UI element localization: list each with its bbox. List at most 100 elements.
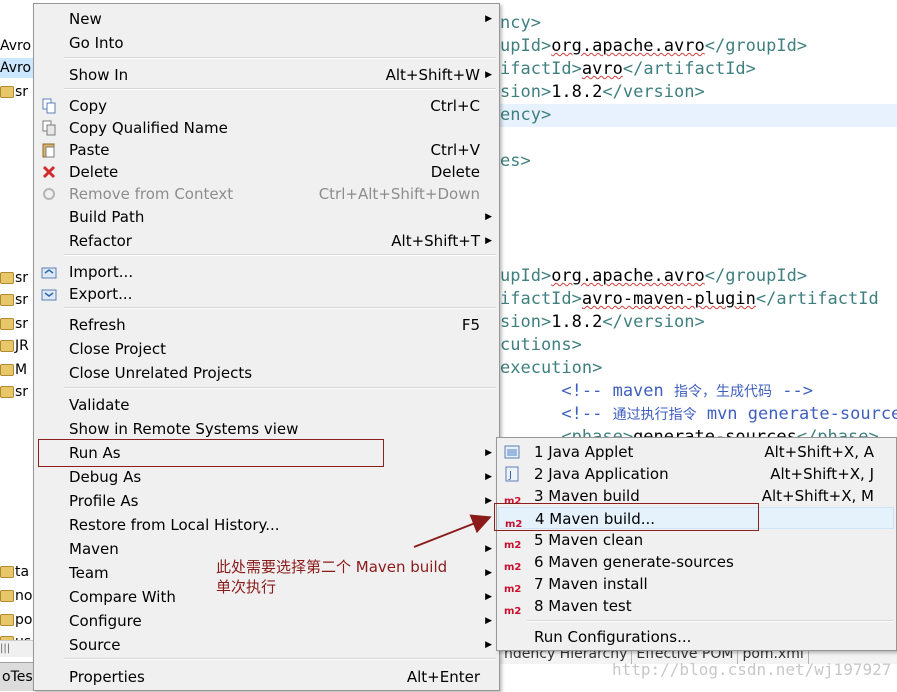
code-line: execution>	[500, 357, 602, 380]
menu-item-close-project[interactable]: Close Project	[35, 338, 498, 360]
run-as-item-8-maven-test[interactable]: m2 8 Maven test	[498, 595, 894, 617]
code-token: </groupId>	[704, 36, 808, 56]
explorer-tab-label: oTes	[2, 669, 33, 685]
menu-item-shortcut: Alt+Shift+W	[385, 66, 480, 84]
explorer-tree-item[interactable]: sr	[0, 382, 34, 402]
menu-item-label: Validate	[69, 396, 130, 414]
menu-item-label: Show in Remote Systems view	[69, 420, 299, 438]
folder-icon	[0, 386, 14, 398]
menu-item-show-in[interactable]: Show In Alt+Shift+W ▶	[35, 64, 498, 86]
explorer-tree-item[interactable]: Avro	[0, 58, 34, 78]
menu-item-new[interactable]: New ▶	[35, 8, 498, 30]
menu-item-export[interactable]: Export...	[35, 283, 498, 305]
code-line: sion>1.8.2</version>	[500, 311, 705, 334]
code-line: es>	[500, 150, 531, 173]
explorer-tree-item[interactable]: po	[0, 610, 34, 630]
m2-text: m2	[504, 606, 522, 617]
run-as-submenu: 1 Java Applet Alt+Shift+X, A J 2 Java Appli…	[496, 437, 897, 651]
explorer-tree-item[interactable]: sr	[0, 268, 34, 288]
code-token: avro-maven-plugin	[581, 289, 756, 309]
menu-item-label: Run As	[69, 444, 121, 462]
menu-item-go-into[interactable]: Go Into	[35, 32, 498, 54]
menu-item-refresh[interactable]: Refresh F5	[35, 314, 498, 336]
explorer-tree-item[interactable]: no	[0, 586, 34, 606]
explorer-item-label: Avro	[0, 38, 32, 54]
menu-item-shortcut: Alt+Enter	[406, 668, 480, 686]
maven-m2-icon: m2	[504, 488, 522, 507]
explorer-tree-item[interactable]: ta	[0, 562, 34, 582]
submenu-arrow-icon: ▶	[485, 472, 492, 482]
explorer-item-label: Avro	[0, 60, 32, 76]
maven-m2-icon: m2	[504, 554, 522, 573]
menu-item-paste[interactable]: Paste Ctrl+V	[35, 139, 498, 161]
menu-item-shortcut: Ctrl+C	[430, 97, 480, 115]
menu-item-label: Compare With	[69, 588, 176, 606]
watermark-text: http://blog.csdn.net/wj197927	[612, 660, 892, 679]
explorer-tree-item[interactable]: M	[0, 360, 34, 380]
explorer-tree-item[interactable]: sr	[0, 82, 34, 102]
menu-item-import[interactable]: Import...	[35, 261, 498, 283]
maven-m2-icon: m2	[504, 598, 522, 617]
run-as-item-7-maven-install[interactable]: m2 7 Maven install	[498, 573, 894, 595]
explorer-tree-item[interactable]: sr	[0, 314, 34, 334]
menu-item-profile-as[interactable]: Profile As ▶	[35, 490, 498, 512]
folder-icon	[0, 318, 14, 330]
explorer-tree-item[interactable]: sr	[0, 290, 34, 310]
menu-item-delete[interactable]: Delete Delete	[35, 161, 498, 183]
menu-item-label: Debug As	[69, 468, 142, 486]
explorer-item-label: po	[15, 612, 33, 628]
explorer-tree-item[interactable]: JR	[0, 336, 34, 356]
explorer-item-label: sr	[15, 384, 29, 400]
run-as-item-1-java-applet[interactable]: 1 Java Applet Alt+Shift+X, A	[498, 441, 894, 463]
menu-item-label: Import...	[69, 263, 134, 281]
menu-item-properties[interactable]: Properties Alt+Enter	[35, 666, 498, 688]
code-token: cutions>	[500, 335, 582, 355]
delete-icon	[41, 164, 57, 180]
menu-item-debug-as[interactable]: Debug As ▶	[35, 466, 498, 488]
menu-item-shortcut: Ctrl+Alt+Shift+Down	[318, 185, 480, 203]
submenu-separator	[527, 620, 893, 622]
run-as-item-5-maven-clean[interactable]: m2 5 Maven clean	[498, 529, 894, 551]
run-as-item-label: Run Configurations...	[534, 628, 692, 646]
menu-item-close-unrelated-projects[interactable]: Close Unrelated Projects	[35, 362, 498, 384]
menu-item-copy[interactable]: Copy Ctrl+C	[35, 95, 498, 117]
menu-item-label: Profile As	[69, 492, 139, 510]
menu-item-source[interactable]: Source ▶	[35, 634, 498, 656]
menu-item-label: Refactor	[69, 232, 132, 250]
code-line: ncy>	[500, 12, 541, 35]
menu-item-label: Source	[69, 636, 121, 654]
menu-item-label: Copy	[69, 97, 108, 115]
menu-item-restore-from-local-history[interactable]: Restore from Local History...	[35, 514, 498, 536]
code-line: ifactId>avro</artifactId>	[500, 58, 756, 81]
run-as-item-run-configurations[interactable]: Run Configurations...	[498, 626, 894, 648]
explorer-tree-item[interactable]: Avro	[0, 36, 34, 56]
menu-item-run-as[interactable]: Run As ▶	[35, 442, 498, 464]
code-token: avro	[581, 59, 623, 79]
run-as-item-label: 1 Java Applet	[534, 443, 634, 461]
run-as-item-6-maven-generate-sources[interactable]: m2 6 Maven generate-sources	[498, 551, 894, 573]
run-as-item-label: 7 Maven install	[534, 575, 648, 593]
menu-item-show-in-remote-systems-view[interactable]: Show in Remote Systems view	[35, 418, 498, 440]
menu-item-validate[interactable]: Validate	[35, 394, 498, 416]
menu-item-label: Refresh	[69, 316, 126, 334]
menu-item-refactor[interactable]: Refactor Alt+Shift+T ▶	[35, 230, 498, 252]
run-as-item-2-java-application[interactable]: J 2 Java Application Alt+Shift+X, J	[498, 463, 894, 485]
explorer-horizontal-scrollbar[interactable]: |||	[0, 640, 34, 657]
code-token: execution>	[500, 358, 603, 378]
menu-item-label: Properties	[69, 668, 145, 686]
menu-item-build-path[interactable]: Build Path ▶	[35, 206, 498, 228]
code-line: upId>org.apache.avro</groupId>	[500, 265, 807, 288]
annotation-note: 此处需要选择第二个 Maven build 单次执行	[216, 557, 447, 597]
menu-separator	[64, 254, 496, 256]
code-token: </groupId>	[704, 266, 808, 286]
menu-separator	[64, 57, 496, 59]
maven-m2-icon: m2	[504, 576, 522, 595]
annotation-line-2: 单次执行	[216, 578, 277, 596]
menu-item-copy-qualified-name[interactable]: Copy Qualified Name	[35, 117, 498, 139]
menu-item-shortcut: Delete	[430, 163, 480, 181]
menu-item-label: Copy Qualified Name	[69, 119, 228, 137]
explorer-bottom-tab[interactable]: oTes	[0, 662, 34, 691]
export-icon	[41, 286, 57, 302]
menu-item-configure[interactable]: Configure ▶	[35, 610, 498, 632]
package-explorer: AvroAvrosrsrsrsrJRMsrtanopous	[0, 0, 34, 691]
